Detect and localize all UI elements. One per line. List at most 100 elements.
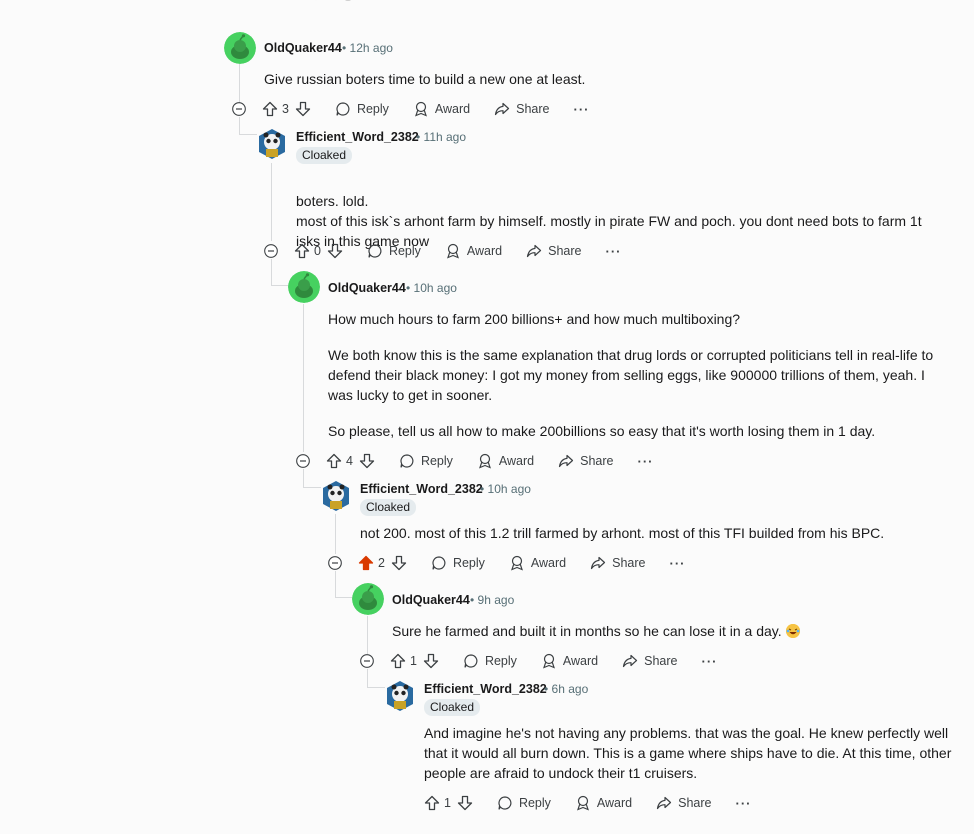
upvote-icon-active[interactable] bbox=[358, 555, 374, 571]
upvote-icon[interactable] bbox=[262, 101, 278, 117]
collapse-icon[interactable] bbox=[328, 556, 342, 570]
comment-body: How much hours to farm 200 billions+ and… bbox=[328, 309, 950, 441]
comment-time: • 11h ago bbox=[416, 130, 467, 144]
reply-button[interactable]: Reply bbox=[497, 795, 551, 811]
reply-button[interactable]: Reply bbox=[335, 101, 389, 117]
comment-author[interactable]: Efficient_Word_2382 bbox=[424, 682, 547, 696]
reply-button[interactable]: Reply bbox=[431, 555, 485, 571]
collapse-icon[interactable] bbox=[360, 654, 374, 668]
comment-paragraph: How much hours to farm 200 billions+ and… bbox=[328, 311, 741, 327]
reply-button[interactable]: Reply bbox=[463, 653, 517, 669]
vote-control: 1 bbox=[424, 795, 473, 811]
vote-count: 0 bbox=[314, 244, 321, 258]
more-options-button[interactable]: ··· bbox=[702, 654, 718, 669]
share-icon bbox=[527, 244, 542, 258]
comment-author[interactable]: OldQuaker44 bbox=[328, 281, 406, 295]
share-button[interactable]: Share bbox=[622, 653, 678, 669]
share-button[interactable]: Share bbox=[558, 453, 614, 469]
comment-time: • 9h ago bbox=[470, 593, 515, 607]
reply-icon bbox=[336, 102, 350, 116]
comment-paragraph: Sure he farmed and built it in months so… bbox=[392, 621, 952, 641]
thread-line-curve bbox=[335, 571, 336, 598]
collapse-icon[interactable] bbox=[232, 102, 246, 116]
collapse-icon[interactable] bbox=[264, 244, 278, 258]
reply-icon bbox=[432, 556, 446, 570]
award-button[interactable]: Award bbox=[509, 555, 566, 571]
comment-time: • 10h ago bbox=[406, 281, 457, 295]
award-icon bbox=[414, 101, 427, 117]
avatar[interactable] bbox=[288, 271, 320, 303]
award-icon bbox=[510, 555, 523, 571]
award-icon bbox=[478, 453, 491, 469]
reply-button[interactable]: Reply bbox=[367, 243, 421, 259]
collapse-icon[interactable] bbox=[296, 454, 310, 468]
share-button[interactable]: Share bbox=[526, 243, 582, 259]
award-button[interactable]: Award bbox=[445, 243, 502, 259]
comment-body: Sure he farmed and built it in months so… bbox=[392, 621, 952, 641]
award-button[interactable]: Award bbox=[541, 653, 598, 669]
reply-icon bbox=[498, 796, 512, 810]
more-options-button[interactable]: ··· bbox=[670, 556, 686, 571]
vote-count: 2 bbox=[378, 556, 385, 570]
comment-actions: 0 Reply Award Share ··· bbox=[264, 239, 622, 263]
award-button[interactable]: Award bbox=[413, 101, 470, 117]
avatar[interactable] bbox=[256, 128, 288, 160]
award-icon bbox=[576, 795, 589, 811]
comment-actions: 3 Reply Award Share ··· bbox=[232, 97, 590, 121]
user-flair: Cloaked bbox=[360, 499, 417, 516]
thread-line bbox=[335, 514, 336, 554]
comment-actions: 1 Reply Award Share ··· bbox=[360, 649, 718, 673]
comment-paragraph: And imagine he's not having any problems… bbox=[424, 725, 952, 781]
thread-line-curve bbox=[367, 687, 385, 688]
vote-control: 0 bbox=[294, 243, 343, 259]
downvote-icon[interactable] bbox=[327, 243, 343, 259]
more-options-button[interactable]: ··· bbox=[574, 102, 590, 117]
comment-body: not 200. most of this 1.2 trill farmed b… bbox=[360, 523, 950, 543]
comment-actions: 4 Reply Award Share ··· bbox=[296, 449, 654, 473]
vote-control: 3 bbox=[262, 101, 311, 117]
avatar[interactable] bbox=[384, 680, 416, 712]
avatar[interactable] bbox=[320, 480, 352, 512]
more-options-button[interactable]: ··· bbox=[606, 244, 622, 259]
share-icon bbox=[591, 556, 606, 570]
more-options-button[interactable]: ··· bbox=[638, 454, 654, 469]
more-options-button[interactable]: ··· bbox=[736, 796, 752, 811]
comment-paragraph: Give russian boters time to build a new … bbox=[264, 71, 586, 87]
comment-author[interactable]: Efficient_Word_2382 bbox=[360, 482, 483, 496]
upvote-icon[interactable] bbox=[424, 795, 440, 811]
comment-paragraph: We both know this is the same explanatio… bbox=[328, 347, 934, 403]
award-icon bbox=[542, 653, 555, 669]
comment-paragraph: So please, tell us all how to make 200bi… bbox=[328, 423, 876, 439]
thread-line-curve bbox=[303, 487, 321, 488]
avatar[interactable] bbox=[224, 32, 256, 64]
share-button[interactable]: Share bbox=[494, 101, 550, 117]
comment-author[interactable]: OldQuaker44 bbox=[264, 41, 342, 55]
thread-line bbox=[271, 163, 272, 241]
vote-count: 1 bbox=[410, 654, 417, 668]
downvote-icon[interactable] bbox=[457, 795, 473, 811]
downvote-icon[interactable] bbox=[359, 453, 375, 469]
comment-time: • 12h ago bbox=[342, 41, 393, 55]
comment-time: • 10h ago bbox=[480, 482, 531, 496]
reply-button[interactable]: Reply bbox=[399, 453, 453, 469]
reply-icon bbox=[368, 244, 382, 258]
thread-line-curve bbox=[239, 134, 257, 135]
upvote-icon[interactable] bbox=[390, 653, 406, 669]
vote-control: 1 bbox=[390, 653, 439, 669]
share-icon bbox=[623, 654, 638, 668]
award-button[interactable]: Award bbox=[575, 795, 632, 811]
user-flair: Cloaked bbox=[424, 699, 481, 716]
share-button[interactable]: Share bbox=[656, 795, 712, 811]
award-button[interactable]: Award bbox=[477, 453, 534, 469]
downvote-icon[interactable] bbox=[295, 101, 311, 117]
upvote-icon[interactable] bbox=[326, 453, 342, 469]
avatar[interactable] bbox=[352, 583, 384, 615]
comment-paragraph: not 200. most of this 1.2 trill farmed b… bbox=[360, 525, 885, 541]
comment-author[interactable]: OldQuaker44 bbox=[392, 593, 470, 607]
downvote-icon[interactable] bbox=[391, 555, 407, 571]
downvote-icon[interactable] bbox=[423, 653, 439, 669]
share-button[interactable]: Share bbox=[590, 555, 646, 571]
comment-body: Give russian boters time to build a new … bbox=[264, 69, 944, 89]
comment-author[interactable]: Efficient_Word_2382 bbox=[296, 130, 419, 144]
upvote-icon[interactable] bbox=[294, 243, 310, 259]
